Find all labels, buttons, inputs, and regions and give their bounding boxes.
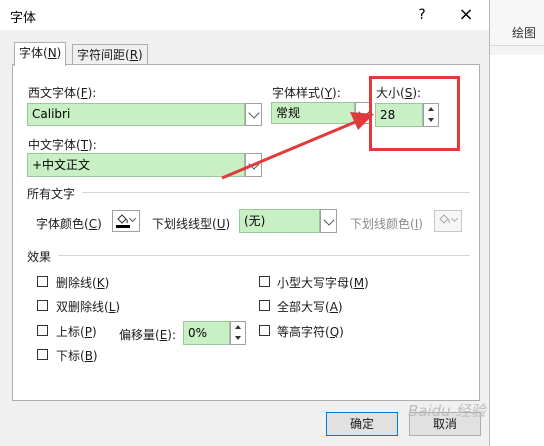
tab-font[interactable]: 字体(N) xyxy=(14,42,67,66)
annotation-arrow xyxy=(221,112,374,180)
watermark-text: Baidu 经验 xyxy=(408,402,486,420)
